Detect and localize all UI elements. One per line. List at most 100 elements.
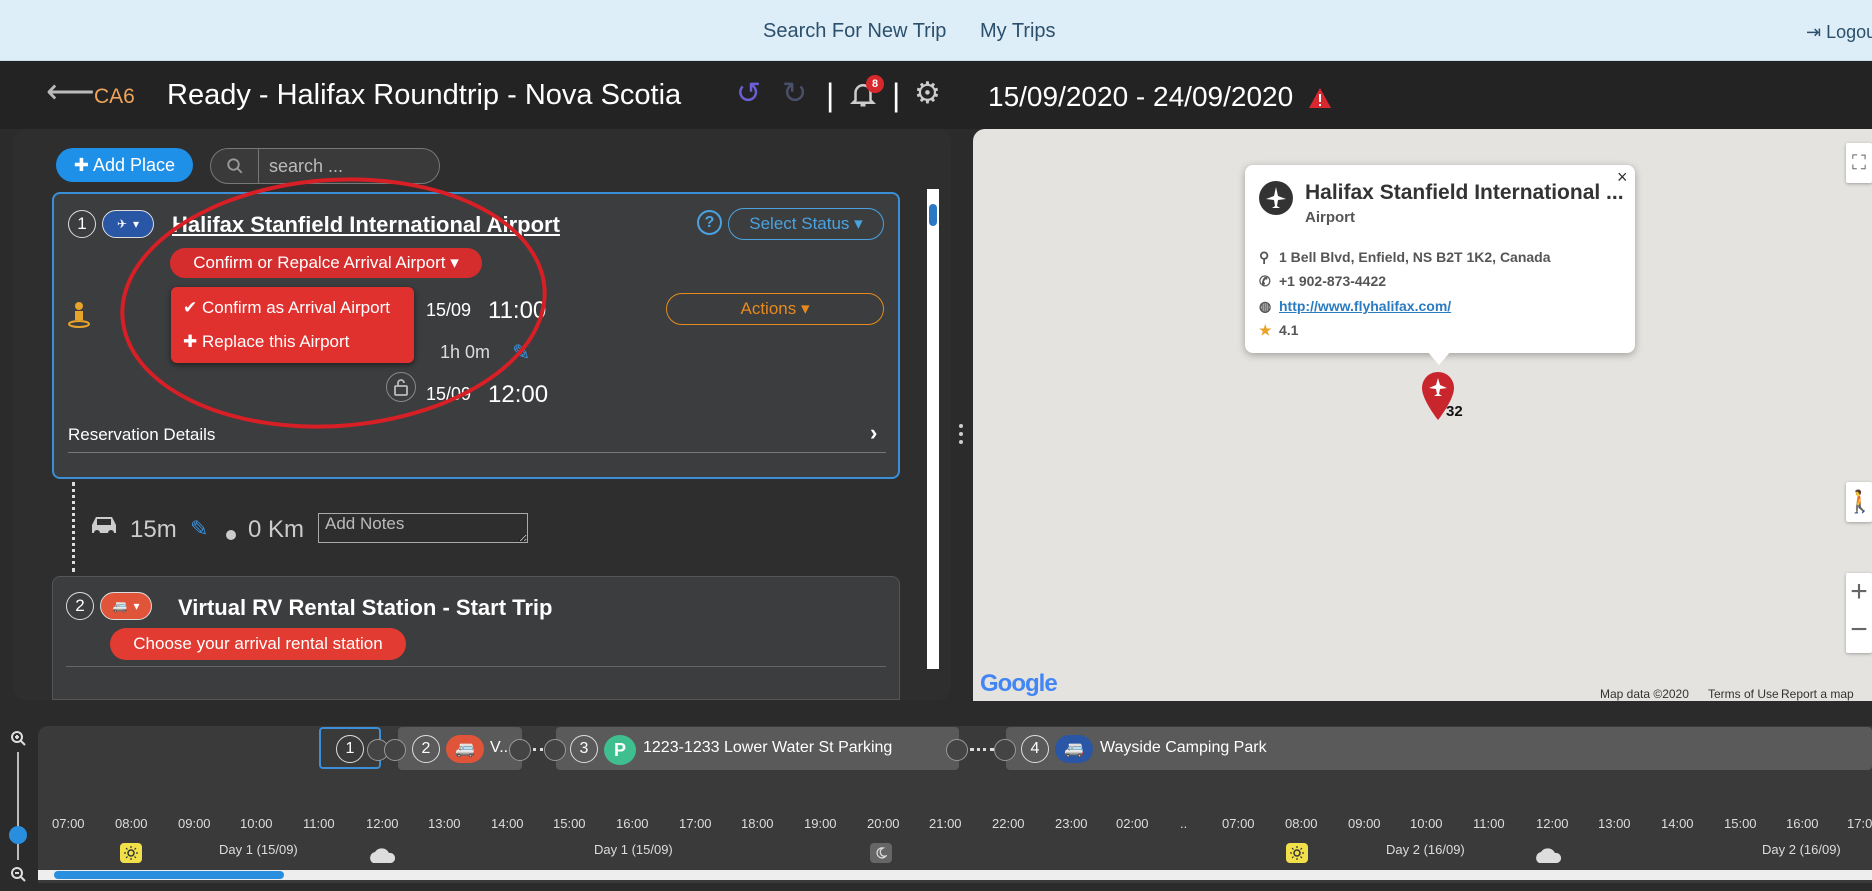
drag-handle-icon[interactable] xyxy=(509,739,531,761)
hour-tick-label: 17:00 xyxy=(679,816,712,831)
place-number: 1 xyxy=(68,210,96,238)
select-status-button[interactable]: Select Status ▾ xyxy=(728,208,884,240)
fullscreen-icon[interactable]: ⛶ xyxy=(1846,143,1872,183)
itinerary-scrollbar[interactable] xyxy=(927,189,939,669)
separator-dot xyxy=(226,530,236,540)
panel-splitter-handle[interactable] xyxy=(956,420,966,450)
gear-icon[interactable]: ⚙ xyxy=(914,79,941,109)
route-connector xyxy=(72,482,75,572)
chevron-right-icon[interactable]: › xyxy=(870,420,877,446)
street-view-pegman-icon[interactable]: 🚶 xyxy=(1846,482,1872,522)
plus-icon: ✚ xyxy=(183,332,198,351)
arrival-date: 15/09 xyxy=(426,300,472,320)
parking-icon: P xyxy=(604,735,636,765)
search-box xyxy=(210,148,440,184)
drag-handle-icon[interactable] xyxy=(544,739,566,761)
top-nav: Search For New Trip My Trips ⇥ Logout xyxy=(0,0,1872,61)
zoom-out-icon[interactable]: − xyxy=(1846,611,1872,649)
drive-distance: 0 Km xyxy=(248,516,305,543)
edit-pencil-icon[interactable]: ✎ xyxy=(190,516,208,542)
trip-code: CA6 xyxy=(94,85,135,108)
camping-rv-icon: 🚐 xyxy=(1055,735,1093,763)
hour-tick-label: 13:00 xyxy=(1598,816,1631,831)
confirm-replace-dropdown: ✔ Confirm as Arrival Airport ✚ Replace t… xyxy=(171,287,414,363)
hour-tick-label: 11:00 xyxy=(1473,816,1505,831)
timeline-stop-label: V.. xyxy=(490,739,509,756)
search-icon[interactable] xyxy=(211,149,259,183)
logout-link[interactable]: ⇥ Logout xyxy=(1806,22,1872,43)
search-input[interactable] xyxy=(261,149,431,183)
drag-handle-icon[interactable] xyxy=(384,739,406,761)
star-icon: ★ xyxy=(1259,322,1272,338)
popup-rating-row: ★ 4.1 xyxy=(1259,322,1298,339)
my-trips-link[interactable]: My Trips xyxy=(980,20,1056,43)
drag-handle-icon[interactable] xyxy=(946,739,968,761)
choose-rental-station-button[interactable]: Choose your arrival rental station xyxy=(110,628,406,660)
sun-icon xyxy=(1286,843,1308,863)
zoom-out-icon[interactable] xyxy=(10,866,26,887)
popup-phone-row: ✆ +1 902-873-4422 xyxy=(1259,273,1386,290)
actions-button[interactable]: Actions ▾ xyxy=(666,293,884,325)
zoom-slider-knob[interactable] xyxy=(9,826,27,844)
rv-icon: 🚐 xyxy=(112,599,128,613)
departure-time[interactable]: 12:00 xyxy=(488,381,548,409)
confirm-item-label: Confirm as Arrival Airport xyxy=(201,298,390,317)
hour-tick-label: 09:00 xyxy=(1348,816,1381,831)
search-new-trip-link[interactable]: Search For New Trip xyxy=(763,20,946,43)
hour-tick-label: 17:00 xyxy=(1847,816,1872,831)
sun-icon xyxy=(120,843,142,863)
confirm-arrival-airport-item[interactable]: ✔ Confirm as Arrival Airport xyxy=(183,298,390,318)
replace-airport-item[interactable]: ✚ Replace this Airport xyxy=(183,332,349,352)
arrival-time[interactable]: 11:00 xyxy=(488,297,546,325)
departure-date: 15/09 xyxy=(426,384,472,404)
confirm-replace-airport-button[interactable]: Confirm or Repalce Arrival Airport ▾ xyxy=(170,248,482,278)
trip-header: ⟵ CA6 Ready - Halifax Roundtrip - Nova S… xyxy=(0,61,1872,129)
moon-icon xyxy=(870,843,892,863)
google-logo: Google xyxy=(980,670,1058,698)
back-arrow-icon[interactable]: ⟵ xyxy=(46,75,95,109)
reservation-details-link[interactable]: Reservation Details xyxy=(68,425,215,445)
place-type-selector[interactable]: 🚐 ▾ xyxy=(100,592,152,620)
warning-icon[interactable] xyxy=(1308,87,1332,114)
hour-tick-label: 22:00 xyxy=(992,816,1025,831)
caret-down-icon: ▾ xyxy=(800,299,810,318)
popup-pointer xyxy=(1427,351,1451,365)
drag-handle-icon[interactable] xyxy=(994,739,1016,761)
logout-icon: ⇥ xyxy=(1806,22,1822,42)
timeline-scrollbar-thumb[interactable] xyxy=(54,871,284,879)
hour-tick-label: 13:00 xyxy=(428,816,461,831)
popup-place-name: Halifax Stanfield International ... xyxy=(1305,181,1624,204)
timeline-stop-label: Wayside Camping Park xyxy=(1100,739,1267,756)
unlock-icon[interactable] xyxy=(386,372,416,402)
report-map-link[interactable]: Report a map xyxy=(1781,687,1854,701)
confirm-replace-label: Confirm or Repalce Arrival Airport xyxy=(193,253,446,272)
add-place-button[interactable]: ✚ Add Place xyxy=(56,148,193,182)
place-name[interactable]: Virtual RV Rental Station - Start Trip xyxy=(178,595,552,621)
timeline-stop-label: 1223-1233 Lower Water St Parking xyxy=(643,739,893,756)
notifications-bell-icon[interactable]: 8 xyxy=(848,75,884,114)
help-icon[interactable]: ? xyxy=(697,210,722,235)
edit-pencil-icon[interactable]: ✎ xyxy=(512,340,530,366)
hour-tick-label: 19:00 xyxy=(804,816,837,831)
scrollbar-thumb[interactable] xyxy=(929,204,937,226)
divider xyxy=(66,666,886,667)
place-type-selector[interactable]: ✈ ▾ xyxy=(102,210,154,238)
popup-website-link[interactable]: http://www.flyhalifax.com/ xyxy=(1279,298,1451,314)
map-info-popup: × Halifax Stanfield International ... Ai… xyxy=(1245,165,1635,365)
terms-of-use-link[interactable]: Terms of Use xyxy=(1708,687,1779,701)
place-name[interactable]: Halifax Stanfield International Airport xyxy=(172,212,560,238)
timeline-scrollbar[interactable] xyxy=(38,870,1872,880)
logout-label: Logout xyxy=(1826,22,1872,42)
hour-tick-label: 08:00 xyxy=(1285,816,1318,831)
google-logo-text: Google xyxy=(980,670,1058,697)
timeline-connector xyxy=(970,748,994,751)
hour-tick-label: 18:00 xyxy=(741,816,774,831)
zoom-in-icon[interactable]: + xyxy=(1846,573,1872,611)
hour-tick-label: 07:00 xyxy=(52,816,85,831)
drive-duration: 15m xyxy=(130,516,177,543)
timeline-stop-number: 3 xyxy=(570,735,598,763)
notes-input[interactable] xyxy=(318,513,528,543)
zoom-in-icon[interactable] xyxy=(10,730,26,751)
undo-icon[interactable]: ↺ xyxy=(736,79,761,109)
redo-icon[interactable]: ↻ xyxy=(782,79,807,109)
